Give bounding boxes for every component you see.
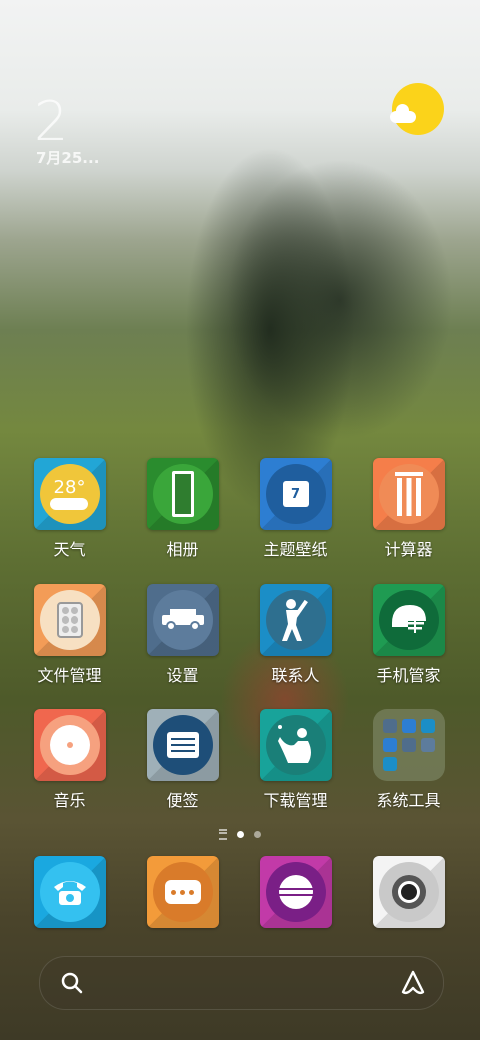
camera-icon bbox=[378, 862, 439, 922]
dock-camera[interactable] bbox=[352, 856, 465, 928]
weather-icon: 28° bbox=[39, 464, 100, 524]
app-label: 下载管理 bbox=[263, 791, 328, 810]
app-gallery[interactable]: 相册 bbox=[126, 458, 239, 560]
message-icon bbox=[152, 862, 213, 922]
phone-icon bbox=[39, 862, 100, 922]
app-label: 便签 bbox=[166, 791, 199, 810]
folder-icon bbox=[372, 709, 445, 781]
app-notes[interactable]: 便签 bbox=[126, 709, 239, 811]
app-label: 联系人 bbox=[271, 666, 320, 685]
app-label: 文件管理 bbox=[37, 666, 102, 685]
app-phone-manager[interactable]: 手机管家 bbox=[352, 584, 465, 686]
notes-icon bbox=[152, 715, 213, 775]
app-label: 计算器 bbox=[384, 540, 433, 559]
dock-phone[interactable] bbox=[13, 856, 126, 928]
batsman-icon bbox=[265, 590, 326, 650]
app-file-manager[interactable]: 文件管理 bbox=[13, 584, 126, 686]
cloud-icon bbox=[390, 104, 416, 123]
cricket-stumps-icon bbox=[378, 464, 439, 524]
dock-browser[interactable] bbox=[239, 856, 352, 928]
app-calculator[interactable]: 计算器 bbox=[352, 458, 465, 560]
page-indicator bbox=[0, 829, 480, 840]
search-bar[interactable] bbox=[39, 956, 444, 1010]
page-list-icon[interactable] bbox=[219, 829, 227, 840]
folder-system-tools[interactable]: 系统工具 bbox=[352, 709, 465, 811]
weather-widget-icon[interactable] bbox=[390, 83, 444, 135]
jersey-icon: 7 bbox=[265, 464, 326, 524]
app-label: 系统工具 bbox=[376, 791, 441, 810]
app-label: 相册 bbox=[166, 540, 199, 559]
gallery-icon bbox=[152, 464, 213, 524]
date-widget[interactable]: 7月25... bbox=[36, 147, 99, 168]
app-label: 主题壁纸 bbox=[263, 540, 328, 559]
page-dot-active[interactable] bbox=[237, 831, 244, 838]
app-settings[interactable]: 设置 bbox=[126, 584, 239, 686]
music-disc-icon bbox=[39, 715, 100, 775]
app-label: 音乐 bbox=[53, 791, 86, 810]
assistant-icon[interactable] bbox=[399, 969, 427, 997]
clock-widget[interactable]: 2 bbox=[34, 95, 68, 149]
app-music[interactable]: 音乐 bbox=[13, 709, 126, 811]
app-label: 天气 bbox=[53, 540, 86, 559]
dock-messages[interactable] bbox=[126, 856, 239, 928]
jeep-icon bbox=[152, 590, 213, 650]
app-contacts[interactable]: 联系人 bbox=[239, 584, 352, 686]
pills-icon bbox=[39, 590, 100, 650]
app-downloads[interactable]: 下载管理 bbox=[239, 709, 352, 811]
fielder-icon bbox=[265, 715, 326, 775]
page-dot[interactable] bbox=[254, 831, 261, 838]
app-label: 设置 bbox=[166, 666, 199, 685]
helmet-icon bbox=[378, 590, 439, 650]
search-icon[interactable] bbox=[60, 971, 84, 995]
app-weather[interactable]: 28° 天气 bbox=[13, 458, 126, 560]
app-themes[interactable]: 7 主题壁纸 bbox=[239, 458, 352, 560]
app-label: 手机管家 bbox=[376, 666, 441, 685]
cricket-ball-icon bbox=[265, 862, 326, 922]
